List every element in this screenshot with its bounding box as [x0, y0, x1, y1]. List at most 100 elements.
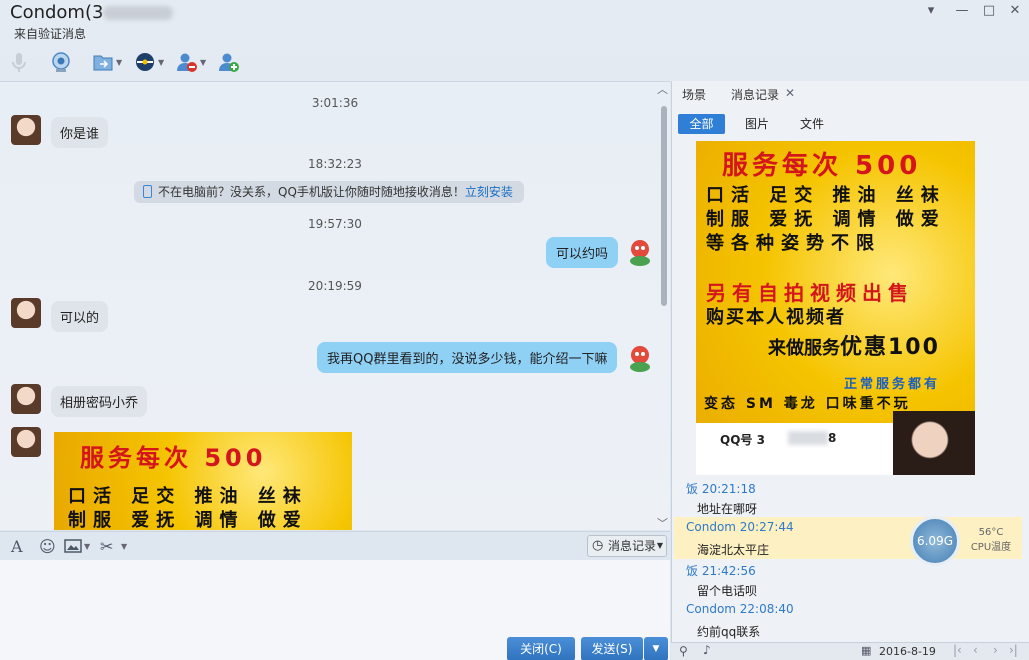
message-bubble: 相册密码小乔: [51, 386, 148, 417]
mobile-notice: 不在电脑前？没关系，QQ手机版让你随时随地接收消息！立刻安装: [134, 181, 524, 203]
chevron-down-icon[interactable]: ▼: [158, 58, 164, 67]
close-tab-icon[interactable]: ✕: [785, 86, 795, 100]
ad-line: 来做服务优惠100: [768, 329, 940, 361]
remote-assist-icon: [136, 53, 154, 71]
phone-icon: [143, 185, 152, 198]
ad-image[interactable]: 服务每次 500 口活 足交 推油 丝袜 制服 爱抚 调情 做爱: [54, 432, 352, 530]
message-bubble: 你是谁: [51, 117, 109, 148]
message-bubble: 我再QQ群里看到的，没说多少钱，能介绍一下嘛: [317, 342, 618, 373]
first-page-icon[interactable]: |‹: [953, 643, 962, 657]
history-label: 消息记录: [608, 539, 657, 553]
cpu-temp: 56°C: [978, 527, 1004, 538]
close-window-button[interactable]: ✕: [1004, 2, 1026, 20]
subtab-images[interactable]: 图片: [737, 114, 777, 134]
tab-message-history[interactable]: 消息记录: [731, 86, 779, 103]
ad-line: 口活 足交 推油 丝袜: [706, 185, 946, 206]
subtab-files[interactable]: 文件: [792, 114, 832, 134]
ad-qq-number-end: 8: [828, 431, 837, 445]
cpu-temp-label: CPU温度: [970, 542, 1012, 553]
image-icon[interactable]: [64, 539, 82, 553]
avatar[interactable]: [11, 115, 41, 145]
chevron-down-icon[interactable]: ▼: [116, 58, 122, 67]
font-icon[interactable]: A: [11, 537, 23, 556]
video-call-icon: [52, 52, 70, 72]
maximize-button[interactable]: □: [978, 2, 1000, 20]
avatar[interactable]: [11, 298, 41, 328]
chat-scroll-thumb[interactable]: [661, 106, 667, 306]
tab-scene[interactable]: 场景: [682, 86, 706, 103]
prev-page-icon[interactable]: ‹: [973, 643, 978, 657]
chevron-down-icon[interactable]: ▼: [121, 542, 127, 551]
log-sender: 饭 20:21:18: [686, 482, 756, 496]
ad-line-part: 来做服务: [768, 338, 840, 359]
add-contact-button[interactable]: [218, 48, 254, 76]
ad-line: 制服 爱抚 调情 做爱: [68, 510, 308, 530]
ad-line: 另有自拍视频出售: [706, 281, 914, 305]
history-footer: ⚲ ♪ ▦ 2016-8-19 |‹ ‹ › ›|: [671, 642, 1029, 660]
close-button[interactable]: 关闭(C): [507, 637, 575, 660]
memory-gauge[interactable]: 6.09G: [910, 516, 960, 566]
ad-line: 口活 足交 推油 丝袜: [68, 486, 308, 507]
timestamp: 19:57:30: [308, 217, 362, 231]
log-sender: 饭 21:42:56: [686, 564, 756, 578]
avatar[interactable]: [11, 427, 41, 457]
ad-discount: 优惠100: [840, 335, 940, 360]
emoji-icon[interactable]: ☺: [39, 537, 56, 556]
ad-line: 等各种姿势不限: [706, 233, 881, 254]
file-transfer-icon: [93, 55, 113, 71]
log-sender: Condom 22:08:40: [686, 602, 794, 616]
log-message: 地址在哪呀: [697, 502, 758, 516]
window-subtitle: 来自验证消息: [14, 27, 87, 41]
history-date[interactable]: 2016-8-19: [879, 645, 936, 658]
voice-call-button[interactable]: [8, 48, 44, 76]
subtab-all[interactable]: 全部: [678, 114, 725, 134]
ad-image-preview[interactable]: 服务每次 500 口活 足交 推油 丝袜 制服 爱抚 调情 做爱 等各种姿势不限…: [696, 141, 975, 475]
speaker-icon[interactable]: ♪: [703, 643, 711, 657]
ad-title: 服务每次 500: [80, 444, 267, 472]
qq-penguin-avatar[interactable]: [626, 343, 654, 373]
minimize-button[interactable]: —: [951, 2, 973, 20]
search-icon[interactable]: ⚲: [679, 644, 688, 658]
title-bar: Condom(3 来自验证消息 ▾ — □ ✕: [0, 0, 1029, 44]
add-contact-icon: [219, 53, 239, 72]
video-call-button[interactable]: [50, 48, 86, 76]
window-title: Condom(3: [10, 2, 174, 23]
last-page-icon[interactable]: ›|: [1009, 643, 1018, 657]
ad-line: 制服 爱抚 调情 做爱: [706, 209, 946, 230]
chat-history[interactable]: 3:01:36 你是谁 18:32:23 不在电脑前？没关系，QQ手机版让你随时…: [0, 81, 670, 530]
collapse-down-icon[interactable]: ﹀: [657, 515, 668, 531]
collapse-up-icon[interactable]: ︿: [657, 81, 668, 97]
message-history-button[interactable]: ◷ 消息记录 ▼: [587, 535, 667, 557]
avatar[interactable]: [11, 384, 41, 414]
send-options-dropdown[interactable]: ▼: [644, 637, 668, 660]
scissors-icon[interactable]: ✂: [100, 537, 113, 556]
chat-toolbar: ▼ ▼ ▼: [8, 48, 254, 76]
file-transfer-button[interactable]: ▼: [92, 48, 128, 76]
cpu-temp-widget: 56°C CPU温度: [960, 525, 1022, 555]
microphone-icon: [12, 53, 26, 72]
contact-name: Condom(3: [10, 2, 104, 23]
qq-penguin-avatar[interactable]: [626, 237, 654, 267]
redacted-number: [788, 431, 828, 445]
ad-line: 变态 SM 毒龙 口味重不玩: [704, 396, 911, 412]
message-bubble: 可以约吗: [546, 237, 619, 268]
ad-qq-number: QQ号 3: [720, 433, 765, 447]
remove-contact-button[interactable]: ▼: [176, 48, 212, 76]
ad-qq-strip: QQ号 3 8: [696, 423, 893, 475]
chevron-down-icon[interactable]: ▼: [84, 542, 90, 551]
install-link[interactable]: 立刻安装: [465, 185, 513, 199]
log-message: 约前qq联系: [697, 625, 761, 639]
timestamp: 3:01:36: [311, 96, 359, 110]
remote-assist-button[interactable]: ▼: [134, 48, 170, 76]
ad-line: 正常服务都有: [844, 377, 941, 392]
menu-dropdown-icon[interactable]: ▾: [920, 2, 942, 20]
send-button[interactable]: 发送(S): [581, 637, 643, 660]
log-message: 留个电话呗: [697, 584, 758, 598]
ad-title: 服务每次 500: [722, 151, 922, 181]
next-page-icon[interactable]: ›: [993, 643, 998, 657]
calendar-icon[interactable]: ▦: [861, 644, 871, 657]
log-sender: Condom 20:27:44: [686, 520, 794, 534]
ad-line: 购买本人视频者: [706, 307, 846, 328]
chevron-down-icon[interactable]: ▼: [200, 58, 206, 67]
message-bubble: 可以的: [51, 301, 109, 332]
